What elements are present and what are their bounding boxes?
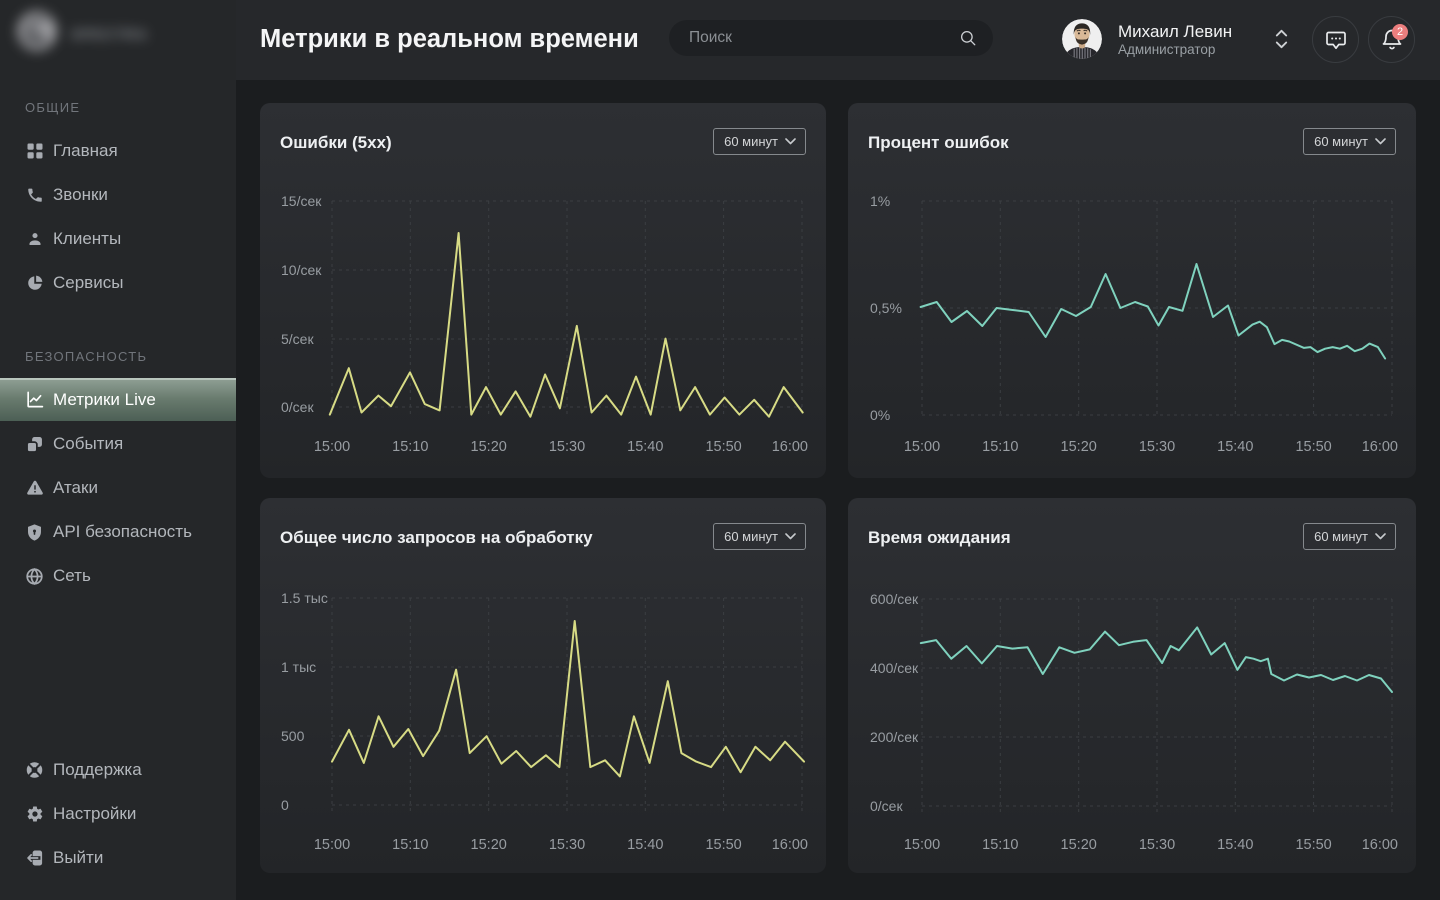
svg-text:400/сек: 400/сек — [870, 660, 919, 676]
svg-text:16:00: 16:00 — [1362, 439, 1398, 455]
svg-text:600/сек: 600/сек — [870, 591, 919, 607]
svg-text:5/сек: 5/сек — [281, 331, 314, 347]
svg-text:15/сек: 15/сек — [281, 193, 322, 209]
svg-text:15:20: 15:20 — [471, 837, 507, 853]
svg-text:15:00: 15:00 — [904, 837, 940, 853]
svg-text:15:40: 15:40 — [1217, 439, 1253, 455]
svg-text:15:40: 15:40 — [627, 837, 663, 853]
svg-text:15:10: 15:10 — [982, 837, 1018, 853]
svg-text:15:30: 15:30 — [1139, 837, 1175, 853]
svg-text:15:10: 15:10 — [982, 439, 1018, 455]
svg-text:15:10: 15:10 — [392, 439, 428, 455]
svg-text:15:20: 15:20 — [1061, 439, 1097, 455]
svg-text:15:50: 15:50 — [1295, 837, 1331, 853]
svg-text:15:30: 15:30 — [1139, 439, 1175, 455]
svg-text:200/сек: 200/сек — [870, 729, 919, 745]
svg-text:1.5 тыс: 1.5 тыс — [281, 590, 328, 606]
svg-text:0/сек: 0/сек — [870, 798, 903, 814]
svg-text:0: 0 — [281, 797, 289, 813]
svg-text:0,5%: 0,5% — [870, 300, 902, 316]
svg-text:1%: 1% — [870, 193, 890, 209]
svg-text:15:40: 15:40 — [1217, 837, 1253, 853]
svg-text:15:50: 15:50 — [705, 837, 741, 853]
svg-text:15:50: 15:50 — [705, 439, 741, 455]
svg-text:15:00: 15:00 — [314, 837, 350, 853]
svg-text:15:30: 15:30 — [549, 837, 585, 853]
svg-text:500: 500 — [281, 728, 305, 744]
svg-text:1 тыс: 1 тыс — [281, 659, 316, 675]
svg-text:15:50: 15:50 — [1295, 439, 1331, 455]
svg-text:15:00: 15:00 — [314, 439, 350, 455]
svg-text:15:20: 15:20 — [471, 439, 507, 455]
svg-text:16:00: 16:00 — [772, 439, 808, 455]
svg-text:15:20: 15:20 — [1061, 837, 1097, 853]
svg-text:16:00: 16:00 — [772, 837, 808, 853]
svg-text:15:30: 15:30 — [549, 439, 585, 455]
svg-text:15:40: 15:40 — [627, 439, 663, 455]
svg-text:15:00: 15:00 — [904, 439, 940, 455]
svg-text:0%: 0% — [870, 407, 890, 423]
svg-text:10/сек: 10/сек — [281, 262, 322, 278]
svg-text:0/сек: 0/сек — [281, 399, 314, 415]
svg-text:16:00: 16:00 — [1362, 837, 1398, 853]
svg-text:15:10: 15:10 — [392, 837, 428, 853]
